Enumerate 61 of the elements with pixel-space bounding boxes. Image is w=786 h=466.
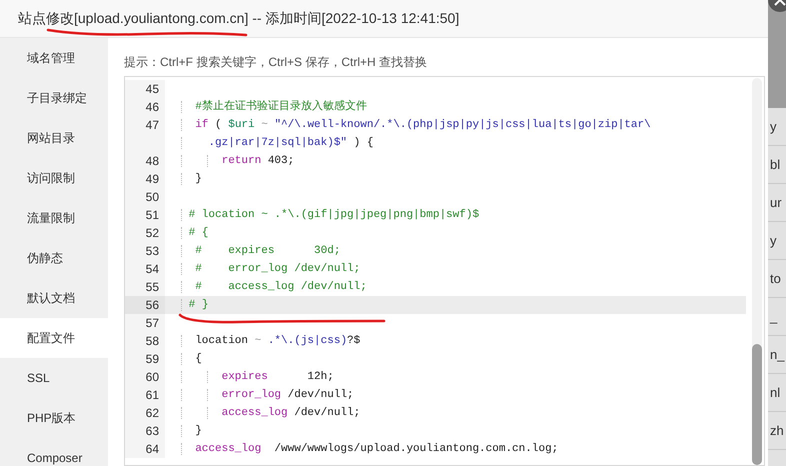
line-number: 62	[125, 404, 165, 422]
code-line: return 403;	[182, 155, 294, 167]
table-cell: ur	[768, 184, 786, 222]
table-cell: nl	[768, 374, 786, 412]
sidebar-item[interactable]: 伪静态	[0, 238, 108, 278]
line-number: 53	[125, 242, 165, 260]
sidebar-item[interactable]: Composer	[0, 438, 108, 466]
table-cell: bl	[768, 146, 786, 184]
sidebar-item[interactable]: 流量限制	[0, 198, 108, 238]
code-line: }	[182, 425, 202, 437]
dialog-title: 站点修改[upload.youliantong.com.cn] -- 添加时间[2022-10-13 12:41:50]	[18, 10, 460, 28]
sidebar-item[interactable]: 网站目录	[0, 118, 108, 158]
code-line: access_log /dev/null;	[182, 407, 360, 419]
line-number: 63	[125, 422, 165, 440]
code-line: error_log /dev/null;	[182, 389, 354, 401]
code-line: # {	[182, 227, 208, 239]
table-cell: y	[768, 108, 786, 146]
table-cell: n_	[768, 336, 786, 374]
line-number: 47	[125, 116, 165, 134]
code-line: # }	[182, 299, 208, 311]
code-line: if ( $uri ~ "^/\.well-known/.*\.(php|jsp|py|js|css|lua|ts|go|zip|tar\	[182, 119, 651, 131]
line-number: 54	[125, 260, 165, 278]
line-number: 64	[125, 440, 165, 458]
line-number: 46	[125, 98, 165, 116]
sidebar-item[interactable]: 配置文件	[0, 318, 108, 358]
line-number: 55	[125, 278, 165, 296]
code-line: # location ~ .*\.(gif|jpg|jpeg|png|bmp|swf)$	[182, 209, 480, 221]
line-number: 58	[125, 332, 165, 350]
code-line: #禁止在证书验证目录放入敏感文件	[182, 101, 367, 113]
line-number: 49	[125, 170, 165, 188]
line-number: 61	[125, 386, 165, 404]
code-line: .gz|rar|7z|sql|bak)$" ) {	[182, 137, 374, 149]
line-number: 52	[125, 224, 165, 242]
line-number: 45	[125, 80, 165, 98]
code-line: {	[182, 353, 202, 365]
sidebar-item[interactable]: 访问限制	[0, 158, 108, 198]
line-number: 60	[125, 368, 165, 386]
table-cell: to	[768, 260, 786, 298]
sidebar-item[interactable]: SSL	[0, 358, 108, 398]
line-number: 57	[125, 314, 165, 332]
code-line: access_log /www/wwwlogs/upload.youliantong.com.cn.log;	[182, 443, 558, 455]
table-cell: zh	[768, 412, 786, 450]
line-number: 50	[125, 188, 165, 206]
sidebar-item[interactable]: 域名管理	[0, 38, 108, 78]
line-number: 56	[125, 296, 165, 314]
hint-text: 提示：Ctrl+F 搜索关键字，Ctrl+S 保存，Ctrl+H 查找替换	[124, 54, 428, 70]
sidebar-item[interactable]: PHP版本	[0, 398, 108, 438]
code-line: expires 12h;	[182, 371, 334, 383]
code-line: }	[182, 173, 202, 185]
table-cell: _	[768, 298, 786, 336]
line-number: 48	[125, 152, 165, 170]
sidebar-item[interactable]: 默认文档	[0, 278, 108, 318]
line-number: 59	[125, 350, 165, 368]
table-cell: y	[768, 222, 786, 260]
sidebar-item[interactable]: 子目录绑定	[0, 78, 108, 118]
code-line: location ~ .*\.(js|css)?$	[182, 335, 360, 347]
scrollbar-thumb[interactable]	[752, 344, 762, 465]
line-number: 51	[125, 206, 165, 224]
code-line: # error_log /dev/null;	[182, 263, 360, 275]
code-line: # expires 30d;	[182, 245, 340, 257]
code-line: # access_log /dev/null;	[182, 281, 367, 293]
